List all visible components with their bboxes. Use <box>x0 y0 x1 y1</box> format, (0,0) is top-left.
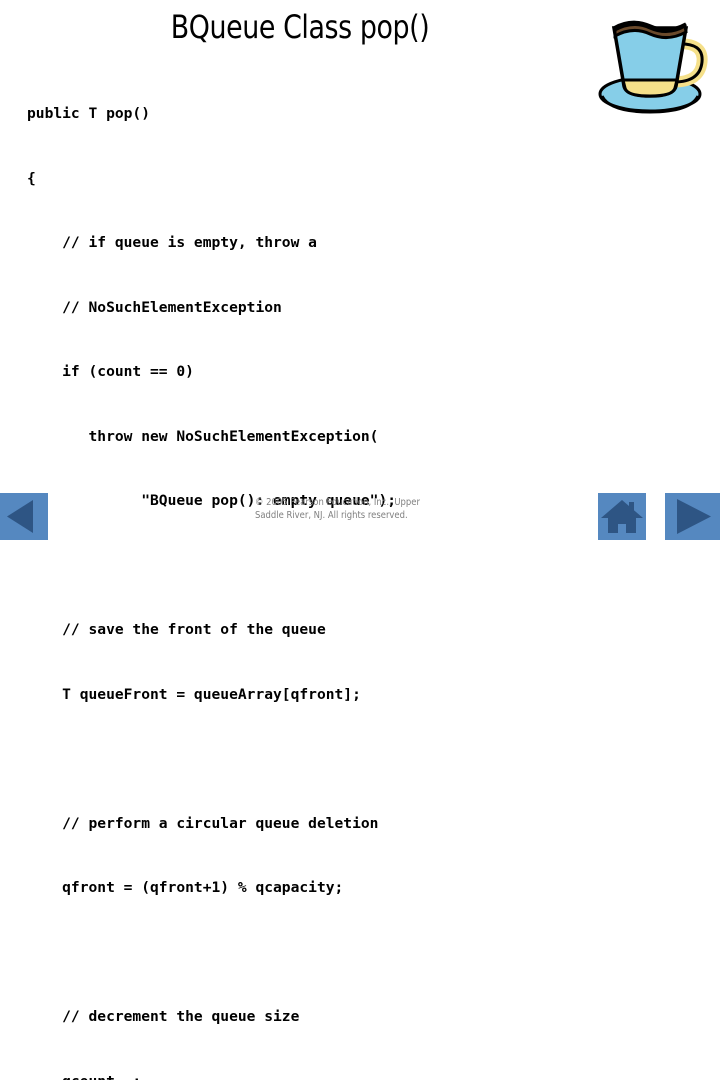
code-line: throw new NoSuchElementException( <box>27 426 567 448</box>
page-title: BQueue Class pop() <box>48 8 552 46</box>
code-line: // NoSuchElementException <box>27 297 567 319</box>
coffee-cup-icon <box>588 8 716 120</box>
code-listing: public T pop() { // if queue is empty, t… <box>27 60 567 1080</box>
code-line: qcount--; <box>27 1071 567 1080</box>
code-line: // decrement the queue size <box>27 1006 567 1028</box>
code-line: // save the front of the queue <box>27 619 567 641</box>
copyright-line-1: © 2005 Pearson Education, Inc., Upper <box>255 497 471 510</box>
copyright-line-2: Saddle River, NJ. All rights reserved. <box>255 510 471 523</box>
code-line: T queueFront = queueArray[qfront]; <box>27 684 567 706</box>
code-line-blank <box>27 555 567 577</box>
next-slide-button[interactable] <box>665 493 720 540</box>
code-line-blank <box>27 748 567 770</box>
code-line-blank <box>27 942 567 964</box>
code-line: qfront = (qfront+1) % qcapacity; <box>27 877 567 899</box>
home-icon <box>598 493 646 540</box>
code-line: // if queue is empty, throw a <box>27 232 567 254</box>
triangle-left-icon <box>0 493 48 540</box>
triangle-right-icon <box>665 493 720 540</box>
home-button[interactable] <box>598 493 646 540</box>
code-line: { <box>27 168 567 190</box>
previous-slide-button[interactable] <box>0 493 48 540</box>
code-line: // perform a circular queue deletion <box>27 813 567 835</box>
footer-copyright: © 2005 Pearson Education, Inc., Upper Sa… <box>255 497 471 522</box>
code-line: if (count == 0) <box>27 361 567 383</box>
code-line: public T pop() <box>27 103 567 125</box>
